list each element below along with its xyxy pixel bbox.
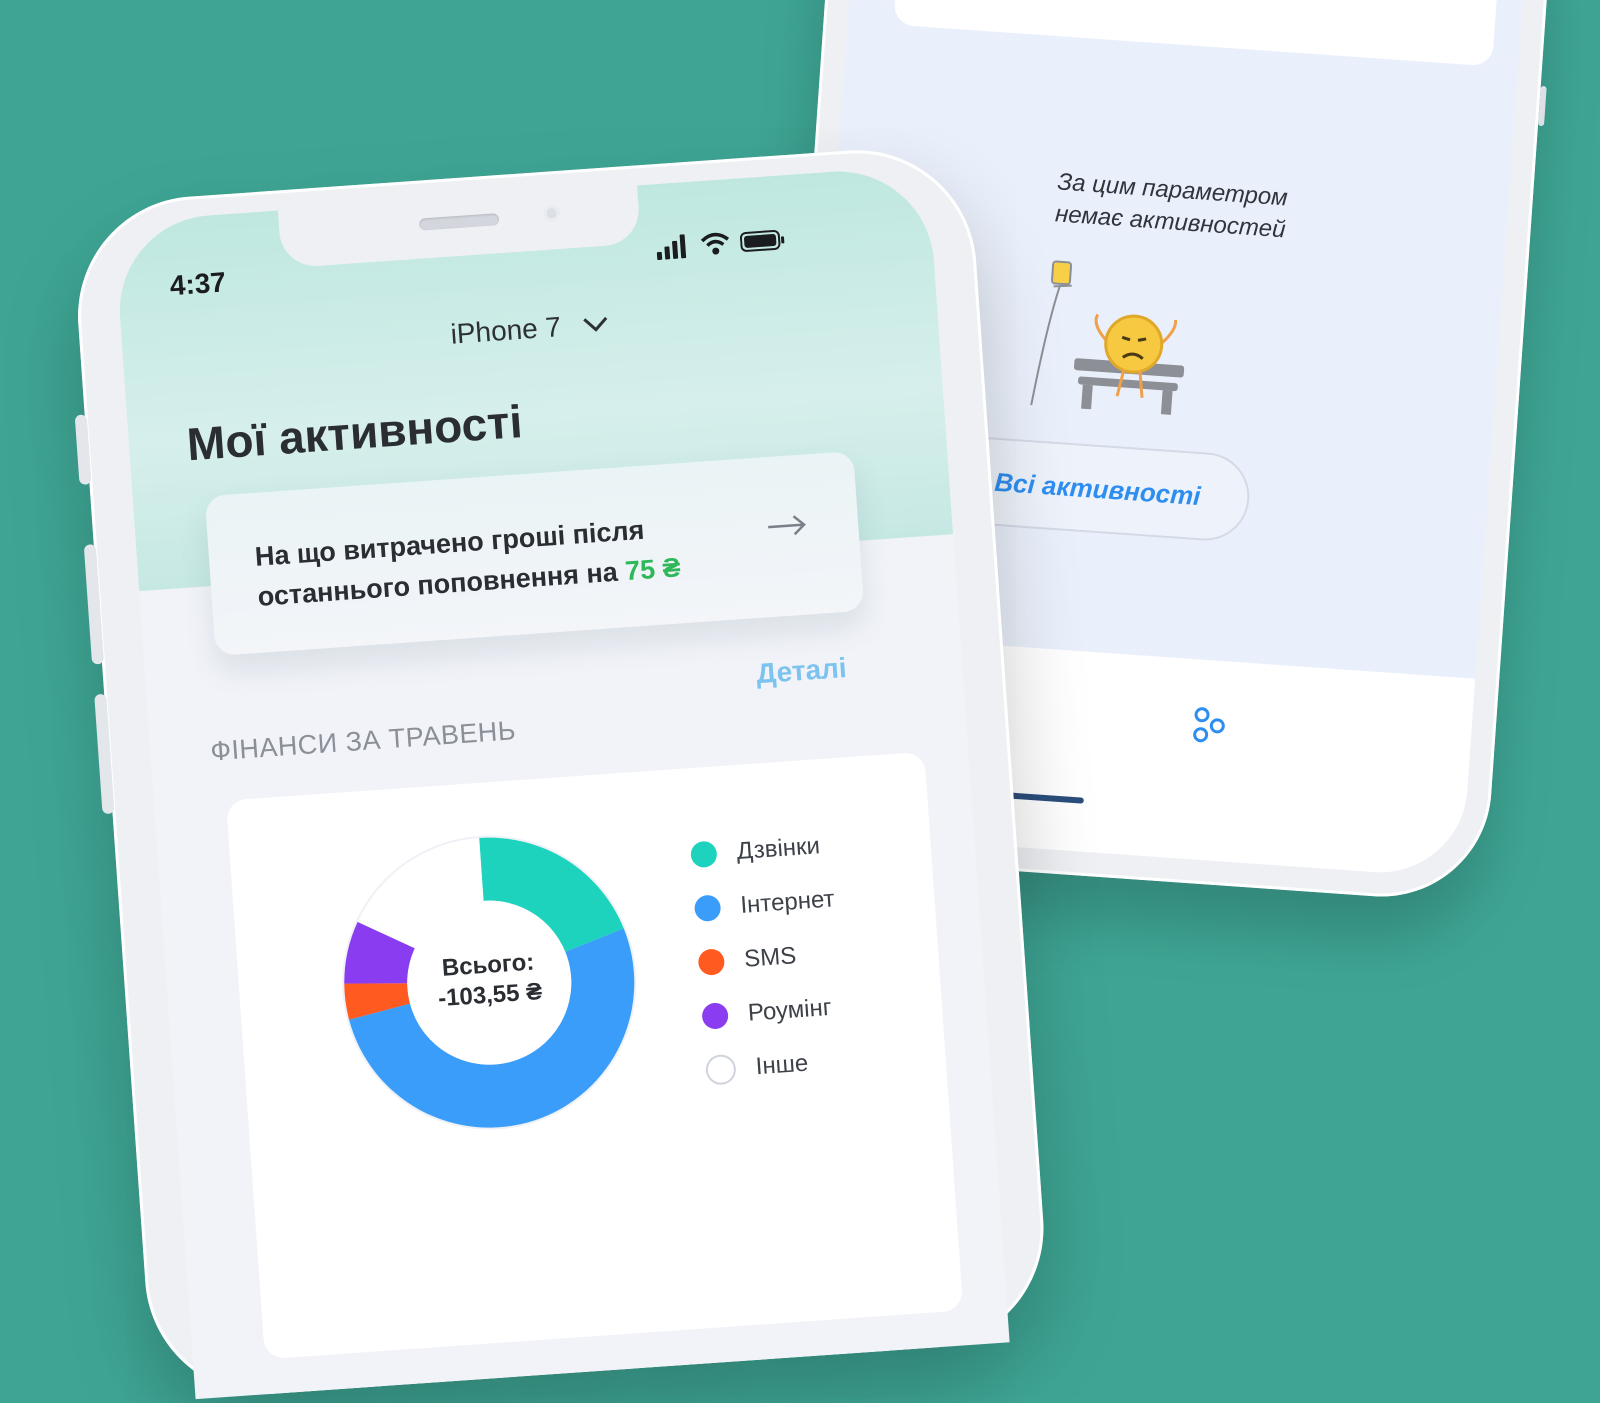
donut-chart: Всього: -103,55 ₴ [329, 823, 649, 1143]
legend-item[interactable]: Інше [704, 1034, 848, 1098]
side-button [1537, 85, 1547, 127]
legend-label: Інтернет [739, 885, 836, 919]
chevron-down-icon [583, 316, 608, 332]
speaker-grille [418, 213, 500, 231]
spent-card-amount: 75 ₴ [624, 552, 682, 587]
legend-dot [704, 1053, 737, 1086]
chart-legend: Дзвінки Інтернет SMS Роумінг Інше [689, 819, 848, 1098]
spent-card-text: На що витрачено гроші після останнього п… [254, 502, 758, 617]
details-link[interactable]: Деталі [755, 652, 847, 690]
services-icon[interactable] [1188, 704, 1231, 747]
legend-label: Дзвінки [735, 832, 821, 866]
legend-item[interactable]: SMS [697, 926, 841, 990]
status-time: 4:37 [168, 266, 227, 302]
volume-down-button [94, 693, 115, 815]
legend-dot [701, 1002, 730, 1030]
volume-up-button [83, 544, 105, 665]
wifi-icon [700, 232, 730, 255]
legend-item[interactable]: Дзвінки [689, 819, 833, 883]
coin-on-bench-illustration [1030, 260, 1185, 415]
front-phone: 4:37 iPhone 7 Мої активності На що витра… [70, 142, 1052, 1403]
legend-item[interactable]: Інтернет [693, 872, 837, 936]
spent-card-label: На що витрачено гроші після останнього п… [253, 514, 646, 612]
finance-chart-card: Всього: -103,55 ₴ Дзвінки Інтернет SMS Роум… [225, 751, 964, 1360]
signal-icon [656, 234, 687, 261]
back-top-card [893, 0, 1506, 67]
legend-item[interactable]: Роумінг [700, 980, 844, 1044]
battery-icon [739, 229, 785, 252]
front-camera [543, 204, 561, 222]
front-screen: 4:37 iPhone 7 Мої активності На що витра… [113, 165, 1010, 1400]
legend-dot [697, 948, 726, 976]
mute-switch [74, 414, 92, 486]
finance-section-title: ФІНАНСИ ЗА ТРАВЕНЬ [209, 715, 517, 767]
legend-label: Інше [754, 1049, 810, 1081]
arrow-right-icon[interactable] [765, 512, 809, 539]
legend-label: Роумінг [747, 993, 833, 1027]
legend-dot [689, 840, 718, 869]
legend-label: SMS [743, 942, 798, 973]
legend-dot [693, 894, 722, 923]
